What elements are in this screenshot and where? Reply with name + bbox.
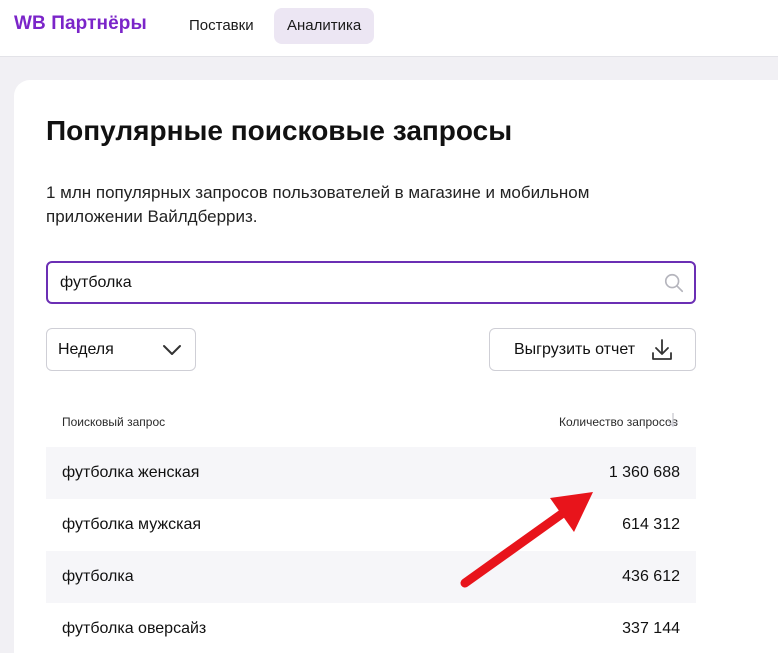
export-report-button[interactable]: Выгрузить отчет [489,328,696,371]
tab-supplies[interactable]: Поставки [176,8,267,44]
cell-count: 1 360 688 [608,464,680,481]
column-header-count[interactable]: Количество запросов [559,415,678,429]
period-select-value: Неделя [58,341,114,358]
cell-query: футболка [62,568,134,585]
tab-analytics[interactable]: Аналитика [274,8,375,44]
download-icon [652,339,672,360]
column-header-query: Поисковый запрос [62,415,166,429]
cell-query: футболка женская [62,464,200,481]
period-select[interactable]: Неделя [46,328,196,371]
main-content-card: Популярные поисковые запросы 1 млн попул… [14,80,778,653]
cell-count: 614 312 [622,516,680,533]
table-row[interactable]: футболка мужская 614 312 [46,499,696,551]
cell-count: 436 612 [622,568,680,585]
top-navigation-bar: WB Партнёры Поставки Аналитика [0,0,778,57]
search-input[interactable] [60,263,650,302]
page-description: 1 млн популярных запросов пользователей … [46,183,590,226]
cell-count: 337 144 [622,620,680,637]
sort-descending-icon[interactable] [666,412,680,428]
cell-query: футболка мужская [62,516,202,533]
wb-partners-logo[interactable]: WB Партнёры [14,13,147,35]
table-row[interactable]: футболка женская 1 360 688 [46,447,696,499]
export-report-label: Выгрузить отчет [514,341,636,358]
chevron-down-icon [163,345,181,355]
cell-query: футболка оверсайз [62,620,207,637]
table-row[interactable]: футболка оверсайз 337 144 [46,603,696,653]
search-field[interactable] [46,261,696,304]
table-row[interactable]: футболка 436 612 [46,551,696,603]
search-icon[interactable] [663,272,685,294]
page-title: Популярные поисковые запросы [46,115,513,146]
